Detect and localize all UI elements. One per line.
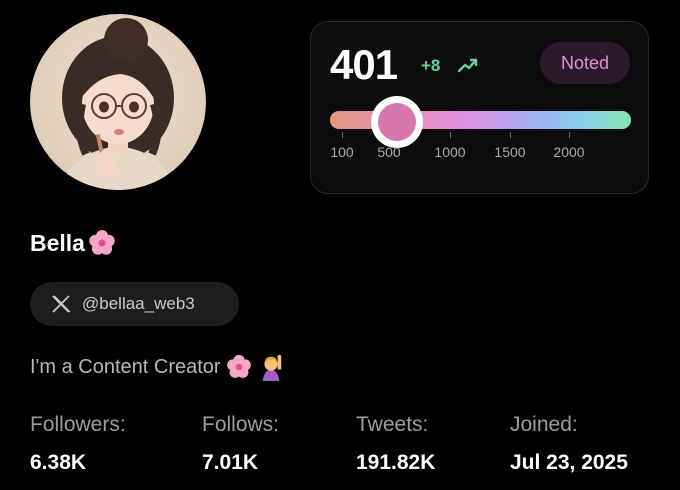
tick-label-1500: 1500 [494, 144, 526, 160]
bio-text: I'm a Content Creator [30, 355, 221, 378]
slider-tick [450, 132, 451, 138]
tick-label-1000: 1000 [434, 144, 466, 160]
handle-text: @bellaa_web3 [82, 294, 195, 313]
stat-label: Tweets: [356, 413, 429, 436]
cherry-blossom-emoji [89, 230, 115, 255]
person-raising-hand-emoji [262, 354, 281, 381]
slider-tick [569, 132, 570, 138]
stat-label: Followers: [30, 413, 126, 436]
tick-label-500: 500 [377, 144, 401, 160]
avatar-illustration [60, 18, 176, 190]
noted-badge[interactable]: Noted [540, 42, 630, 84]
stat-followers[interactable]: Followers: 6.38K [30, 412, 126, 476]
stat-value: 191.82K [356, 451, 436, 474]
score-card: 401 +8 Noted 100 500 1000 1500 2000 [310, 21, 649, 194]
stat-tweets[interactable]: Tweets: 191.82K [356, 412, 435, 476]
stat-label: Joined: [510, 413, 578, 436]
stat-value: Jul 23, 2025 [510, 451, 628, 474]
stat-value: 6.38K [30, 451, 87, 474]
slider-tick [342, 132, 343, 138]
stat-follows[interactable]: Follows: 7.01K [202, 412, 279, 476]
avatar[interactable] [30, 14, 206, 190]
tick-label-100: 100 [330, 144, 354, 160]
trend-up-icon [457, 58, 478, 73]
bio: I'm a Content Creator [30, 353, 285, 381]
score-delta: +8 [421, 56, 441, 75]
stat-value: 7.01K [202, 451, 259, 474]
display-name: Bella [30, 228, 117, 258]
x-logo-icon [52, 295, 71, 313]
slider-tick [510, 132, 511, 138]
stat-joined: Joined: Jul 23, 2025 [510, 412, 628, 476]
profile-page: 401 +8 Noted 100 500 1000 1500 2000 Bell… [0, 0, 680, 490]
score-value: 401 [330, 41, 398, 88]
display-name-text: Bella [30, 229, 85, 256]
cherry-blossom-emoji [226, 354, 251, 378]
score-slider-thumb[interactable] [371, 96, 423, 148]
x-handle-chip[interactable]: @bellaa_web3 [30, 282, 239, 326]
tick-label-2000: 2000 [553, 144, 585, 160]
stat-label: Follows: [202, 413, 280, 436]
